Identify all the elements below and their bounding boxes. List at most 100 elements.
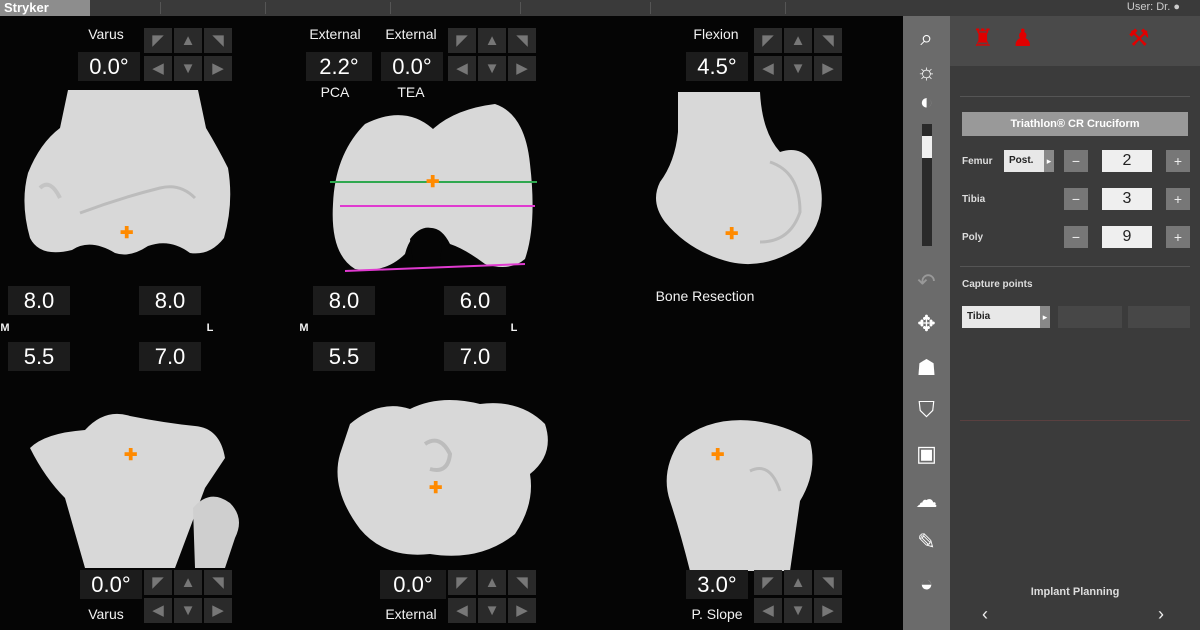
right-arrow-button[interactable]: ▶ <box>204 598 232 623</box>
down-arrow-button[interactable]: ▼ <box>174 56 202 81</box>
rotate-cw-button[interactable]: ◥ <box>814 28 842 53</box>
down-arrow-button[interactable]: ▼ <box>174 598 202 623</box>
previous-step-button[interactable]: ‹ <box>982 604 988 625</box>
rotate-cw-button[interactable]: ◥ <box>204 570 232 595</box>
tibia-plus-button[interactable]: + <box>1166 188 1190 210</box>
rotate-ccw-button[interactable]: ◤ <box>448 28 476 53</box>
chevron-right-icon[interactable]: ▸ <box>1040 306 1050 328</box>
move-icon[interactable]: ✥ <box>909 308 944 340</box>
rotate-ccw-button[interactable]: ◤ <box>144 570 172 595</box>
landmark-marker[interactable]: ✚ <box>124 448 137 464</box>
femur-option-select[interactable]: Post. <box>1004 150 1044 172</box>
tibia-rotation-adjust[interactable]: ◤ ▲ ◥ ◀ ▼ ▶ <box>448 570 536 624</box>
delete-capture-button[interactable] <box>1128 306 1190 328</box>
femur-varus-adjust[interactable]: ◤ ▲ ◥ ◀ ▼ ▶ <box>144 28 232 82</box>
rotate-cw-button[interactable]: ◥ <box>508 28 536 53</box>
rotate-cw-button[interactable]: ◥ <box>508 570 536 595</box>
capture-points-select[interactable]: Tibia <box>962 306 1040 328</box>
chevron-right-icon[interactable]: ▸ <box>1044 150 1054 172</box>
implant-icon[interactable]: ☁ <box>909 484 944 516</box>
search-icon[interactable]: ⌕ <box>909 22 944 54</box>
femur-distal-model[interactable] <box>325 104 545 279</box>
poly-plus-button[interactable]: + <box>1166 226 1190 248</box>
femur-rotation-adjust[interactable]: ◤ ▲ ◥ ◀ ▼ ▶ <box>448 28 536 82</box>
femur-implant-icon[interactable]: ♜ <box>972 24 994 53</box>
left-arrow-button[interactable]: ◀ <box>144 56 172 81</box>
rotate-cw-button[interactable]: ◥ <box>814 570 842 595</box>
tibia-minus-button[interactable]: − <box>1064 188 1088 210</box>
tibia-size-value[interactable]: 3 <box>1102 188 1152 210</box>
down-arrow-button[interactable]: ▼ <box>784 56 812 81</box>
brand-logo: Stryker <box>0 0 90 16</box>
down-arrow-button[interactable]: ▼ <box>478 56 506 81</box>
slope-adjust[interactable]: ◤ ▲ ◥ ◀ ▼ ▶ <box>754 570 842 624</box>
capture-button[interactable] <box>1058 306 1122 328</box>
left-arrow-button[interactable]: ◀ <box>144 598 172 623</box>
right-arrow-button[interactable]: ▶ <box>204 56 232 81</box>
undo-icon[interactable]: ↶ <box>909 266 944 298</box>
landmark-marker[interactable]: ✚ <box>725 227 738 243</box>
left-arrow-button[interactable]: ◀ <box>448 598 476 623</box>
probe-icon[interactable]: ✎ <box>909 526 944 558</box>
lateral-label: L <box>206 322 214 334</box>
tibia-varus-adjust[interactable]: ◤ ▲ ◥ ◀ ▼ ▶ <box>144 570 232 624</box>
right-arrow-button[interactable]: ▶ <box>814 598 842 623</box>
femur-icon[interactable]: ☗ <box>909 352 944 384</box>
brightness-icon[interactable]: ☼ <box>909 56 944 88</box>
left-arrow-button[interactable]: ◀ <box>754 56 782 81</box>
femur-lateral-model[interactable] <box>650 92 830 272</box>
rotate-ccw-button[interactable]: ◤ <box>754 570 782 595</box>
knee-icon[interactable]: ⛉ <box>909 394 944 426</box>
slider-thumb[interactable] <box>922 136 932 158</box>
femur-minus-button[interactable]: − <box>1064 150 1088 172</box>
landmark-marker[interactable]: ✚ <box>120 226 133 242</box>
flexion-value: 4.5° <box>686 52 748 81</box>
femur-size-value[interactable]: 2 <box>1102 150 1152 172</box>
right-arrow-button[interactable]: ▶ <box>814 56 842 81</box>
up-arrow-button[interactable]: ▲ <box>784 28 812 53</box>
rotate-cw-button[interactable]: ◥ <box>204 28 232 53</box>
contrast-slider[interactable] <box>922 124 932 246</box>
tibia-axial-model[interactable] <box>330 394 552 564</box>
lateral-label: L <box>510 322 518 334</box>
femur-varus-value: 0.0° <box>78 52 140 81</box>
up-arrow-button[interactable]: ▲ <box>174 570 202 595</box>
right-arrow-button[interactable]: ▶ <box>508 598 536 623</box>
pca-angle-value: 2.2° <box>306 52 372 81</box>
tibia-anterior-model[interactable] <box>25 408 250 568</box>
implant-planning-title: Implant Planning <box>1030 586 1120 598</box>
distal-lateral-gap: 6.0 <box>444 286 506 315</box>
tibia-implant-icon[interactable]: ♟ <box>1012 24 1034 53</box>
implant-name-button[interactable]: Triathlon® CR Cruciform <box>962 112 1188 136</box>
up-arrow-button[interactable]: ▲ <box>478 28 506 53</box>
rotate-ccw-button[interactable]: ◤ <box>448 570 476 595</box>
down-arrow-button[interactable]: ▼ <box>784 598 812 623</box>
mask-icon[interactable]: ◒ <box>909 568 944 600</box>
down-arrow-button[interactable]: ▼ <box>478 598 506 623</box>
user-indicator[interactable]: User: Dr. ● <box>1127 0 1180 15</box>
right-arrow-button[interactable]: ▶ <box>508 56 536 81</box>
up-arrow-button[interactable]: ▲ <box>478 570 506 595</box>
poly-row-label: Poly <box>962 232 984 243</box>
up-arrow-button[interactable]: ▲ <box>784 570 812 595</box>
left-arrow-button[interactable]: ◀ <box>754 598 782 623</box>
hammer-icon[interactable]: ⚒ <box>1128 24 1150 53</box>
pca-label: PCA <box>320 84 350 100</box>
left-arrow-button[interactable]: ◀ <box>448 56 476 81</box>
landmark-marker[interactable]: ✚ <box>711 448 724 464</box>
up-arrow-button[interactable]: ▲ <box>174 28 202 53</box>
capture-points-label: Capture points <box>962 279 1033 290</box>
rotate-ccw-button[interactable]: ◤ <box>754 28 782 53</box>
tibia-view-icon[interactable]: ▣ <box>909 438 944 470</box>
femur-plus-button[interactable]: + <box>1166 150 1190 172</box>
next-step-button[interactable]: › <box>1158 604 1164 625</box>
contrast-icon[interactable]: ◐ <box>909 86 944 118</box>
flexion-adjust[interactable]: ◤ ▲ ◥ ◀ ▼ ▶ <box>754 28 842 82</box>
landmark-marker[interactable]: ✚ <box>426 175 439 191</box>
poly-minus-button[interactable]: − <box>1064 226 1088 248</box>
poly-size-value[interactable]: 9 <box>1102 226 1152 248</box>
planning-viewport[interactable]: Varus 0.0° ◤ ▲ ◥ ◀ ▼ ▶ ✚ External Extern… <box>0 16 903 630</box>
landmark-marker[interactable]: ✚ <box>429 481 442 497</box>
tibia-lateral-model[interactable] <box>660 411 820 571</box>
rotate-ccw-button[interactable]: ◤ <box>144 28 172 53</box>
